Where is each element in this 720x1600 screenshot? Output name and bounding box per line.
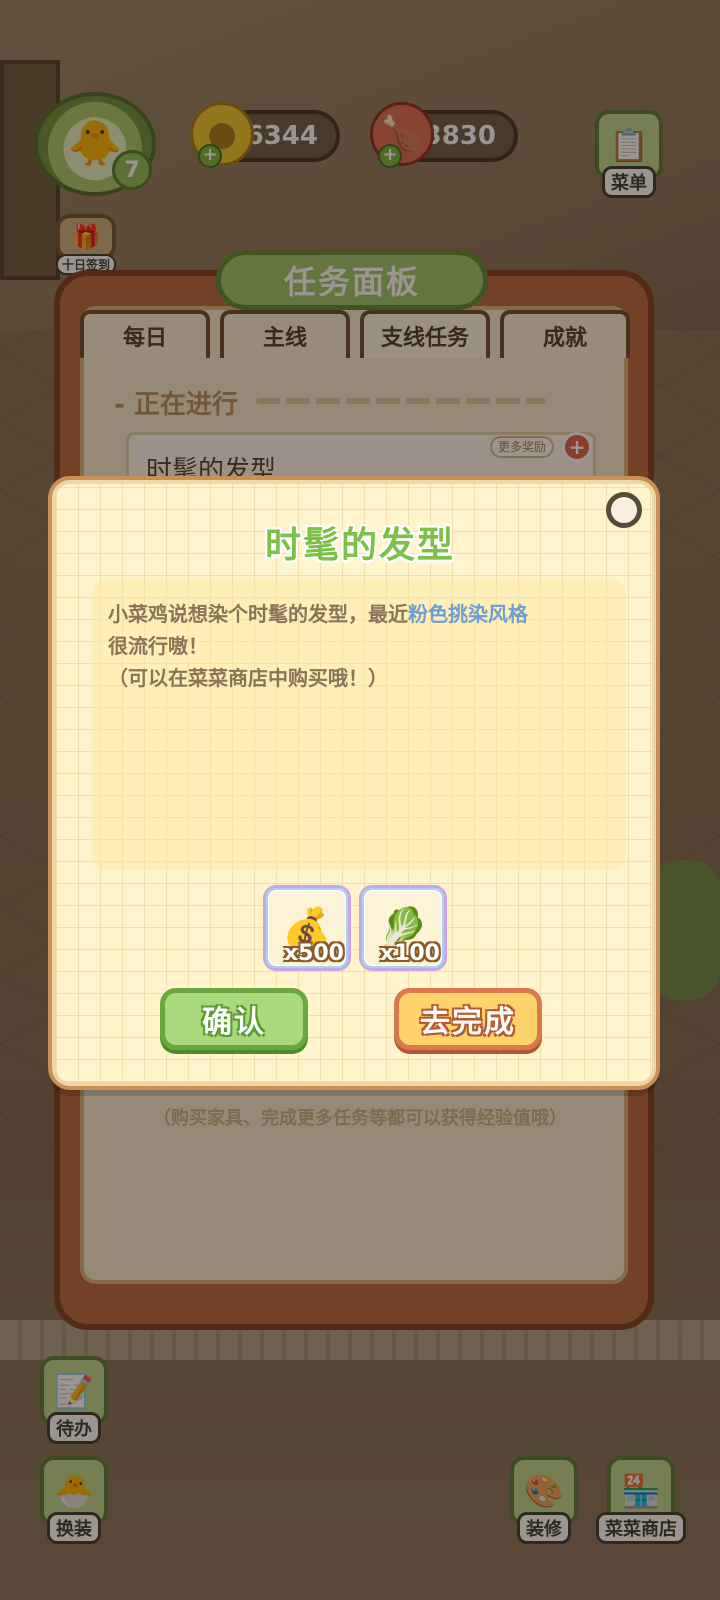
dialog-title: 时髦的发型 [264,525,455,566]
desc-text-1: 小菜鸡说想染个时髦的发型，最近 [108,602,408,626]
task-description: 小菜鸡说想染个时髦的发型，最近粉色挑染风格 很流行嗷！ （可以在菜菜商店中购买哦… [92,580,626,870]
reward-coins[interactable]: 💰 x500 [266,888,348,968]
reward-qty: x500 [283,941,344,966]
go-complete-button[interactable]: 去完成 [394,988,542,1050]
confirm-button[interactable]: 确认 [160,988,308,1050]
desc-text-2: 很流行嗷！ [108,634,208,658]
reward-exp[interactable]: 🥬 x100 [362,888,444,968]
reward-list: 💰 x500 🥬 x100 [266,888,444,968]
desc-text-3: （可以在菜菜商店中购买哦！） [108,666,388,690]
desc-highlight: 粉色挑染风格 [408,602,528,626]
reward-qty: x100 [379,941,440,966]
